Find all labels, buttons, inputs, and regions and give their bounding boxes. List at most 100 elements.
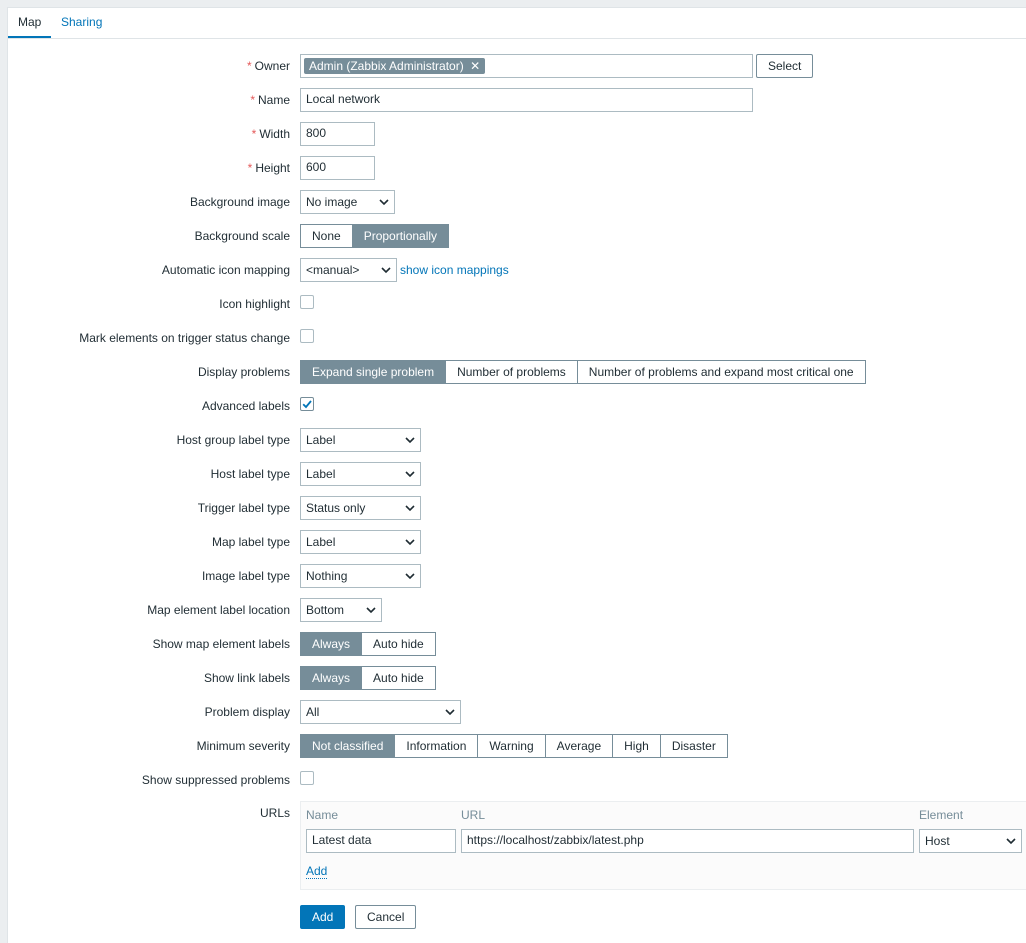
show-link-labels-always[interactable]: Always (300, 666, 363, 690)
host-label-type-row: Host label type Label (8, 462, 1026, 486)
label-location-select[interactable]: Bottom (300, 598, 382, 622)
icon-mapping-select[interactable]: <manual> (300, 258, 397, 282)
trigger-label-type-value: Status only (306, 501, 366, 515)
owner-tag: Admin (Zabbix Administrator) ✕ (304, 58, 486, 74)
urls-table: Name URL Element Latest data https://loc… (300, 801, 1026, 890)
icon-highlight-checkbox[interactable] (300, 295, 314, 309)
image-label-type-select[interactable]: Nothing (300, 564, 421, 588)
trigger-label-type-select[interactable]: Status only (300, 496, 421, 520)
severity-warning[interactable]: Warning (477, 734, 546, 758)
tab-map[interactable]: Map (7, 15, 52, 38)
required-marker: * (246, 59, 252, 73)
image-label-type-label: Image label type (201, 569, 290, 583)
icon-highlight-row: Icon highlight (8, 292, 1026, 316)
url-element-value: Host (925, 834, 950, 848)
background-scale-proportionally[interactable]: Proportionally (351, 224, 450, 248)
background-image-label: Background image (189, 195, 290, 209)
remove-tag-icon[interactable]: ✕ (470, 59, 480, 73)
advanced-labels-label: Advanced labels (201, 399, 290, 413)
background-scale-toggle: None Proportionally (300, 224, 450, 248)
tab-sharing[interactable]: Sharing (61, 15, 102, 29)
image-label-type-value: Nothing (306, 569, 348, 583)
show-icon-mappings-link[interactable]: show icon mappings (400, 263, 509, 277)
chevron-down-icon (445, 709, 455, 716)
minimum-severity-toggle: Not classified Information Warning Avera… (300, 734, 728, 758)
problem-display-label: Problem display (204, 705, 290, 719)
host-label-type-select[interactable]: Label (300, 462, 421, 486)
cancel-button[interactable]: Cancel (355, 905, 417, 929)
owner-row: * Owner Admin (Zabbix Administrator) ✕ Se… (8, 54, 1026, 78)
show-link-labels-label: Show link labels (203, 671, 290, 685)
map-label-type-value: Label (306, 535, 336, 549)
display-problems-number-and-expand[interactable]: Number of problems and expand most criti… (576, 360, 866, 384)
problem-display-value: All (306, 705, 320, 719)
host-group-label-type-label: Host group label type (176, 433, 290, 447)
show-suppressed-checkbox[interactable] (300, 771, 314, 785)
owner-label: Owner (254, 59, 290, 73)
owner-multiselect[interactable]: Admin (Zabbix Administrator) ✕ (300, 54, 753, 78)
mark-elements-row: Mark elements on trigger status change (8, 326, 1026, 350)
url-element-select[interactable]: Host (919, 829, 1022, 853)
trigger-label-type-row: Trigger label type Status only (8, 496, 1026, 520)
icon-mapping-label: Automatic icon mapping (161, 263, 290, 277)
urls-header-name: Name (306, 808, 339, 822)
show-element-labels-label: Show map element labels (152, 637, 290, 651)
severity-high[interactable]: High (612, 734, 661, 758)
width-label: Width (259, 127, 290, 141)
width-row: * Width 800 (8, 122, 1026, 146)
background-scale-label: Background scale (194, 229, 290, 243)
chevron-down-icon (405, 539, 415, 546)
height-row: * Height 600 (8, 156, 1026, 180)
checkmark-icon (302, 400, 312, 409)
label-location-label: Map element label location (147, 603, 290, 617)
name-input[interactable]: Local network (300, 88, 753, 112)
url-add-link[interactable]: Add (306, 864, 328, 879)
display-problems-toggle: Expand single problem Number of problems… (300, 360, 866, 384)
url-url-input[interactable]: https://localhost/zabbix/latest.php (461, 829, 914, 853)
display-problems-expand-single[interactable]: Expand single problem (300, 360, 447, 384)
display-problems-row: Display problems Expand single problem N… (8, 360, 1026, 384)
map-label-type-select[interactable]: Label (300, 530, 421, 554)
show-element-labels-always[interactable]: Always (300, 632, 363, 656)
height-label: Height (255, 161, 290, 175)
show-suppressed-label: Show suppressed problems (141, 773, 290, 787)
show-element-labels-auto-hide[interactable]: Auto hide (361, 632, 436, 656)
severity-not-classified[interactable]: Not classified (300, 734, 396, 758)
severity-disaster[interactable]: Disaster (659, 734, 728, 758)
icon-mapping-value: <manual> (306, 263, 360, 277)
image-label-type-row: Image label type Nothing (8, 564, 1026, 588)
required-marker: * (247, 161, 253, 175)
owner-tag-label: Admin (Zabbix Administrator) (309, 59, 464, 73)
host-group-label-type-value: Label (306, 433, 336, 447)
width-input[interactable]: 800 (300, 122, 375, 146)
display-problems-number[interactable]: Number of problems (445, 360, 578, 384)
map-form-panel: Map Sharing * Owner Admin (Zabbix Adminis… (7, 7, 1026, 943)
background-image-value: No image (306, 195, 358, 209)
mark-elements-checkbox[interactable] (300, 329, 314, 343)
advanced-labels-row: Advanced labels (8, 394, 1026, 418)
required-marker: * (251, 127, 257, 141)
chevron-down-icon (381, 267, 391, 274)
add-button[interactable]: Add (300, 905, 346, 929)
show-link-labels-toggle: Always Auto hide (300, 666, 436, 690)
advanced-labels-checkbox[interactable] (300, 397, 314, 411)
chevron-down-icon (405, 505, 415, 512)
icon-mapping-row: Automatic icon mapping <manual> show ico… (8, 258, 1026, 282)
trigger-label-type-label: Trigger label type (197, 501, 290, 515)
severity-average[interactable]: Average (544, 734, 614, 758)
host-group-label-type-select[interactable]: Label (300, 428, 421, 452)
show-link-labels-auto-hide[interactable]: Auto hide (361, 666, 436, 690)
chevron-down-icon (405, 471, 415, 478)
minimum-severity-row: Minimum severity Not classified Informat… (8, 734, 1026, 758)
owner-select-button[interactable]: Select (756, 54, 814, 78)
label-location-value: Bottom (306, 603, 345, 617)
url-name-input[interactable]: Latest data (306, 829, 456, 853)
height-input[interactable]: 600 (300, 156, 375, 180)
show-link-labels-row: Show link labels Always Auto hide (8, 666, 1026, 690)
display-problems-label: Display problems (197, 365, 290, 379)
chevron-down-icon (405, 437, 415, 444)
severity-information[interactable]: Information (394, 734, 479, 758)
background-image-select[interactable]: No image (300, 190, 395, 214)
background-scale-none[interactable]: None (300, 224, 353, 248)
problem-display-select[interactable]: All (300, 700, 461, 724)
